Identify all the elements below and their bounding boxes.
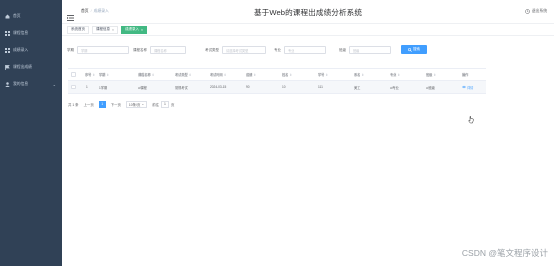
sidebar-item-score-entry[interactable]: 成绩录入 <box>0 42 62 59</box>
tag-label: 系统首页 <box>71 27 85 31</box>
cell-score: 90 <box>246 85 250 89</box>
chevron-down-icon: ⌄ <box>52 82 56 87</box>
row-checkbox[interactable] <box>71 81 76 93</box>
jump-label: 前往 <box>152 102 159 107</box>
tag-home[interactable]: 系统首页 <box>67 25 89 34</box>
app-root: 首页 课程信息 成绩录入 课程出成绩 我的信息 ⌄ 首页 / 成绩录入 基于We… <box>0 0 554 266</box>
tag-label: 成绩录入 <box>124 27 139 31</box>
pagination: 共 1 条 上一页 1 下一页 10条/页 ⌄ 前往 1 页 <box>68 100 174 108</box>
cell-student-id: 111 <box>318 85 323 89</box>
course-name-label: 课程名称 <box>133 47 147 52</box>
jump-suffix: 页 <box>170 102 175 107</box>
sidebar-item-label: 首页 <box>13 14 21 18</box>
class-field: 班级 班级 <box>339 45 391 55</box>
exam-type-label: 考试类型 <box>205 47 219 52</box>
table-row[interactable]: 1 1学期 ui课程 常规考试 2024-03-15 90 10 111 美工 … <box>68 81 486 94</box>
tags-view: 系统首页 课程信息 × 成绩录入 × <box>62 24 554 36</box>
cell-semester: 1学期 <box>99 85 108 90</box>
cell-exam-type: 常规考试 <box>175 85 188 90</box>
page-size-select[interactable]: 10条/页 ⌄ <box>125 100 148 108</box>
sidebar-item-label: 成绩录入 <box>13 48 29 52</box>
search-button-label: 搜索 <box>413 47 420 51</box>
exam-type-field: 考试类型 请选择考试类型 <box>205 45 266 55</box>
semester-input[interactable]: 学期 <box>77 46 129 54</box>
exam-type-select[interactable]: 请选择考试类型 <box>222 46 266 54</box>
semester-field: 学期 学期 <box>67 45 129 55</box>
column-header[interactable]: 学期 ⇕ <box>99 69 109 80</box>
logout-button[interactable]: 退出系统 <box>524 9 547 14</box>
major-field: 专业 专业 <box>274 45 326 55</box>
column-header[interactable]: 专业 ⇕ <box>390 69 400 80</box>
close-icon[interactable]: × <box>141 28 143 32</box>
cell-course-name: ui课程 <box>138 85 147 90</box>
sidebar-item-course-info[interactable]: 课程信息 <box>0 25 62 42</box>
sidebar-item-course-score[interactable]: 课程出成绩 <box>0 59 62 76</box>
cell-major: ui专业 <box>390 85 399 90</box>
prev-page-button[interactable]: 上一页 <box>84 102 94 107</box>
home-icon <box>5 14 10 19</box>
column-header[interactable]: 系名 ⇕ <box>354 69 364 80</box>
cell-department: 美工 <box>354 85 361 90</box>
sidebar-item-my-info[interactable]: 我的信息 ⌄ <box>0 76 62 93</box>
course-name-input[interactable]: 课程名称 <box>150 46 186 54</box>
close-icon[interactable]: × <box>112 28 114 32</box>
sidebar-item-label: 课程出成绩 <box>13 65 32 69</box>
view-icon <box>461 85 467 89</box>
total-count: 共 1 条 <box>68 102 79 107</box>
flag-icon <box>5 65 10 70</box>
pointer-cursor-icon <box>468 111 474 124</box>
column-header[interactable]: 序号 ⇕ <box>85 69 95 80</box>
column-header[interactable]: 成绩 ⇕ <box>246 69 256 80</box>
column-header[interactable]: 考试时间 ⇕ <box>210 69 226 80</box>
top-navbar: 首页 / 成绩录入 基于Web的课程出成绩分析系统 退出系统 <box>62 0 554 24</box>
user-icon <box>5 82 10 87</box>
column-header[interactable]: 考试类型 ⇕ <box>175 69 191 80</box>
next-page-button[interactable]: 下一页 <box>111 102 121 107</box>
column-header: 操作 <box>462 73 469 77</box>
column-header[interactable]: 学号 ⇕ <box>318 69 328 80</box>
details-label: 详情 <box>467 85 474 90</box>
class-input[interactable]: 班级 <box>349 46 391 54</box>
cell-class: ui班级 <box>426 85 435 90</box>
cell-exam-time: 2024-03-15 <box>210 85 227 89</box>
app-title: 基于Web的课程出成绩分析系统 <box>253 8 363 17</box>
sidebar: 首页 课程信息 成绩录入 课程出成绩 我的信息 ⌄ <box>0 0 62 266</box>
search-form: 学期 学期 课程名称 课程名称 考试类型 请选择考试类型 专业 专业 班级 班级… <box>62 45 554 55</box>
score-table: 序号 ⇕ 学期 ⇕ 课程名称 ⇕ 考试类型 ⇕ 考试时间 ⇕ 成绩 ⇕ 姓名 ⇕ 学号 ⇕ 系名… <box>68 68 486 94</box>
select-all-checkbox[interactable] <box>71 69 76 80</box>
sidebar-item-label: 课程信息 <box>13 31 29 35</box>
class-label: 班级 <box>339 47 346 52</box>
course-name-field: 课程名称 课程名称 <box>133 45 186 55</box>
clock-icon <box>524 9 530 14</box>
search-icon <box>408 47 412 52</box>
sidebar-item-home[interactable]: 首页 <box>0 8 62 25</box>
details-link[interactable]: 详情 <box>461 81 474 93</box>
grid-icon <box>5 48 10 53</box>
sidebar-item-label: 我的信息 <box>13 82 29 86</box>
watermark: CSDN @笔文程序设计 <box>461 248 548 258</box>
cell-name: 10 <box>282 85 286 89</box>
search-button[interactable]: 搜索 <box>401 45 427 54</box>
column-header[interactable]: 班级 ⇕ <box>426 69 436 80</box>
tag-course-info[interactable]: 课程信息 × <box>92 25 118 34</box>
page-number-current[interactable]: 1 <box>98 100 106 108</box>
major-label: 专业 <box>274 47 281 52</box>
tag-label: 课程信息 <box>96 27 110 31</box>
jump-page-input[interactable]: 1 <box>160 100 169 108</box>
major-input[interactable]: 专业 <box>284 46 326 54</box>
grid-icon <box>5 31 10 36</box>
semester-label: 学期 <box>67 47 74 52</box>
column-header[interactable]: 姓名 ⇕ <box>282 69 292 80</box>
row-index: 1 <box>86 85 88 89</box>
column-header[interactable]: 课程名称 ⇕ <box>138 69 154 80</box>
tag-score-entry[interactable]: 成绩录入 × <box>120 25 147 34</box>
table-header: 序号 ⇕ 学期 ⇕ 课程名称 ⇕ 考试类型 ⇕ 考试时间 ⇕ 成绩 ⇕ 姓名 ⇕ 学号 ⇕ 系名… <box>68 69 486 81</box>
logout-label: 退出系统 <box>531 9 547 13</box>
